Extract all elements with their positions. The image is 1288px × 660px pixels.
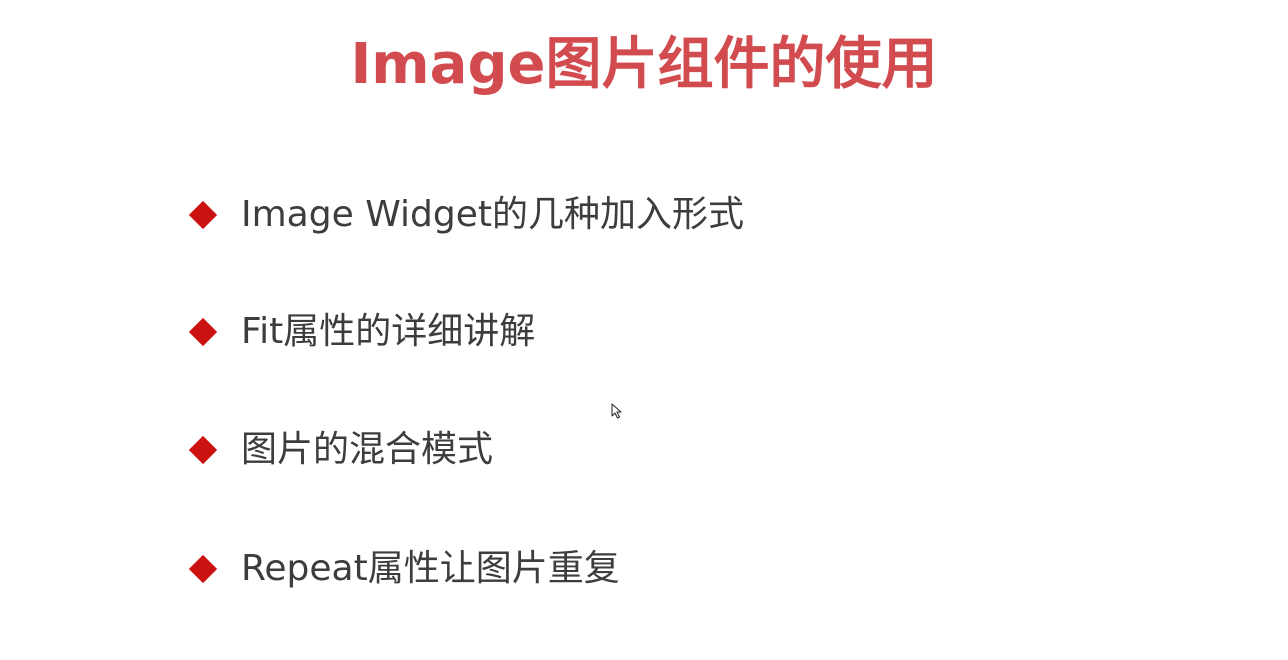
- bullet-item: Repeat属性让图片重复: [186, 534, 620, 604]
- diamond-bullet-icon: [188, 435, 218, 465]
- diamond-bullet-icon: [188, 200, 218, 230]
- bullet-item: 图片的混合模式: [186, 415, 493, 485]
- diamond-bullet-icon: [188, 554, 218, 584]
- bullet-item: Fit属性的详细讲解: [186, 297, 535, 367]
- bullet-text: Image Widget的几种加入形式: [241, 194, 744, 235]
- bullet-text: Repeat属性让图片重复: [241, 548, 620, 589]
- bullet-text: 图片的混合模式: [241, 429, 494, 470]
- mouse-pointer-icon: [611, 403, 622, 419]
- bullet-text: Fit属性的详细讲解: [241, 311, 536, 352]
- bullet-item: Image Widget的几种加入形式: [186, 180, 744, 250]
- diamond-bullet-icon: [188, 317, 218, 347]
- slide: Image图片组件的使用 Image Widget的几种加入形式 Fit属性的详…: [0, 0, 1288, 660]
- slide-title: Image图片组件的使用: [350, 32, 938, 97]
